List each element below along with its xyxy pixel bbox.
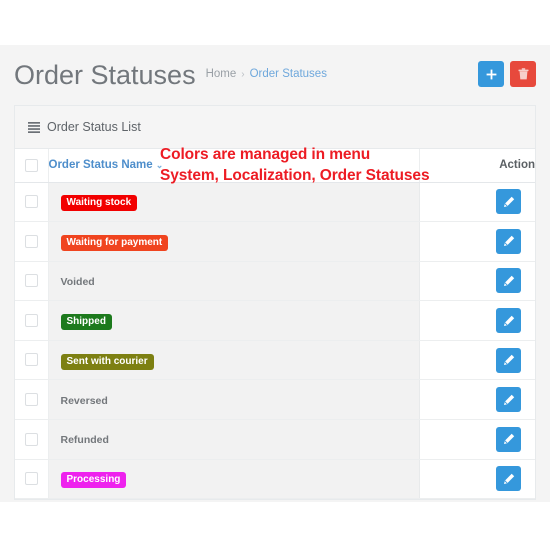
- status-badge: Waiting for payment: [60, 234, 169, 251]
- edit-button[interactable]: [496, 466, 521, 492]
- row-action-cell: [419, 300, 535, 341]
- table-row[interactable]: Reversed: [15, 379, 535, 421]
- table-row[interactable]: Voided: [15, 261, 535, 302]
- row-checkbox[interactable]: [24, 195, 38, 209]
- row-action-cell: [419, 182, 535, 223]
- table-row[interactable]: Sent with courier: [15, 340, 535, 381]
- pencil-icon: [503, 275, 515, 287]
- row-select-cell: [15, 221, 49, 262]
- edit-button[interactable]: [496, 308, 521, 334]
- edit-button[interactable]: [496, 228, 521, 254]
- edit-button[interactable]: [496, 189, 521, 215]
- table-header-row: Order Status Name ⌄ Action: [15, 149, 535, 183]
- order-status-name-cell: Waiting stock: [48, 182, 420, 223]
- row-action-cell: [419, 261, 535, 302]
- panel-heading: Order Status List: [15, 106, 535, 149]
- pencil-icon: [503, 473, 515, 485]
- row-action-cell: [419, 419, 535, 460]
- edit-button[interactable]: [496, 347, 521, 373]
- screenshot-root: Order Statuses Home › Order Statuses Ord…: [0, 0, 550, 550]
- pencil-icon: [503, 196, 515, 208]
- application-body: Order Statuses Home › Order Statuses Ord…: [0, 45, 550, 502]
- row-select-cell: [15, 261, 49, 302]
- row-select-cell: [15, 379, 49, 421]
- order-status-list-panel: Order Status List Order Status Name ⌄ Ac…: [14, 105, 536, 501]
- row-select-cell: [15, 459, 49, 500]
- status-name: Refunded: [60, 434, 109, 447]
- plus-icon: [486, 69, 497, 80]
- table-body: Waiting stock Waiting for payment Voided Sh…: [15, 182, 535, 500]
- pencil-icon: [503, 394, 515, 406]
- add-button[interactable]: [478, 61, 504, 87]
- breadcrumb-separator-icon: ›: [241, 69, 245, 80]
- status-badge: Waiting stock: [60, 195, 138, 212]
- status-badge: Shipped: [60, 314, 112, 331]
- row-action-cell: [419, 379, 535, 421]
- status-badge: Sent with courier: [60, 353, 154, 370]
- row-select-cell: [15, 182, 49, 223]
- row-action-cell: [419, 459, 535, 500]
- select-all-header: [15, 149, 49, 183]
- row-checkbox[interactable]: [24, 472, 38, 486]
- page-title: Order Statuses: [14, 59, 196, 90]
- row-select-cell: [15, 340, 49, 381]
- column-header-name-label: Order Status Name: [48, 159, 153, 172]
- row-checkbox[interactable]: [24, 353, 38, 367]
- edit-button[interactable]: [496, 387, 521, 413]
- row-action-cell: [419, 221, 535, 262]
- breadcrumb-home[interactable]: Home: [206, 68, 237, 80]
- list-icon: [28, 121, 40, 133]
- row-checkbox[interactable]: [24, 313, 38, 327]
- select-all-checkbox[interactable]: [24, 158, 38, 172]
- panel-body: Order Status Name ⌄ Action Waiting stock W…: [15, 149, 535, 500]
- row-select-cell: [15, 300, 49, 341]
- breadcrumb: Home › Order Statuses: [206, 68, 327, 82]
- order-status-name-cell: Waiting for payment: [48, 221, 420, 262]
- table-header: Order Status Name ⌄ Action: [15, 149, 535, 183]
- status-name: Reversed: [60, 394, 108, 407]
- row-checkbox[interactable]: [24, 393, 38, 407]
- status-name: Voided: [60, 275, 95, 288]
- row-checkbox[interactable]: [24, 432, 38, 446]
- pencil-icon: [503, 433, 515, 445]
- pencil-icon: [503, 315, 515, 327]
- table-row[interactable]: Waiting stock: [15, 182, 535, 223]
- row-checkbox[interactable]: [24, 234, 38, 248]
- table-row[interactable]: Refunded: [15, 419, 535, 460]
- status-badge: Processing: [60, 472, 127, 489]
- row-action-cell: [419, 340, 535, 381]
- pencil-icon: [503, 354, 515, 366]
- panel-title: Order Status List: [47, 120, 141, 134]
- column-header-name[interactable]: Order Status Name ⌄: [48, 149, 420, 183]
- order-status-name-cell: Refunded: [48, 419, 420, 460]
- edit-button[interactable]: [496, 268, 521, 294]
- column-header-action: Action: [419, 149, 535, 183]
- row-select-cell: [15, 419, 49, 460]
- sort-caret-icon: ⌄: [155, 160, 164, 171]
- order-status-table: Order Status Name ⌄ Action Waiting stock W…: [15, 149, 535, 500]
- table-row[interactable]: Waiting for payment: [15, 221, 535, 262]
- page-header: Order Statuses Home › Order Statuses: [0, 45, 550, 105]
- pencil-icon: [503, 235, 515, 247]
- order-status-name-cell: Processing: [48, 459, 420, 500]
- edit-button[interactable]: [496, 426, 521, 452]
- order-status-name-cell: Voided: [48, 261, 420, 302]
- order-status-name-cell: Sent with courier: [48, 340, 420, 381]
- row-checkbox[interactable]: [24, 274, 38, 288]
- breadcrumb-current[interactable]: Order Statuses: [250, 68, 327, 80]
- delete-button[interactable]: [510, 61, 536, 87]
- order-status-name-cell: Reversed: [48, 379, 420, 421]
- header-actions: [478, 61, 536, 87]
- table-row[interactable]: Shipped: [15, 300, 535, 341]
- order-status-name-cell: Shipped: [48, 300, 420, 341]
- table-row[interactable]: Processing: [15, 459, 535, 500]
- trash-icon: [518, 68, 529, 80]
